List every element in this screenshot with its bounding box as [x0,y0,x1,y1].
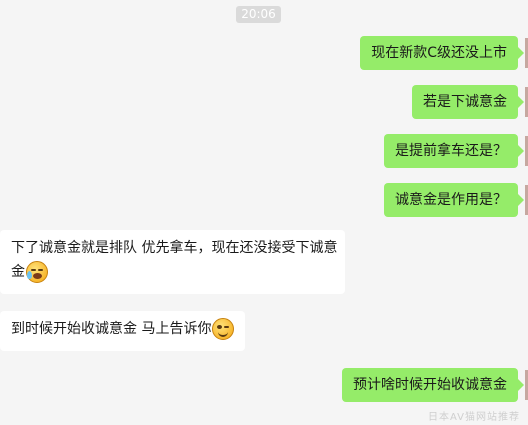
message-bubble-outgoing[interactable]: 是提前拿车还是？ [384,134,524,168]
message-line: 下了诚意金就是排队 优先拿车，现在还没接受下诚意 [11,240,338,256]
crying-laugh-emoji-icon [26,261,48,283]
wink-smile-emoji-icon [212,318,235,340]
timestamp: 20:06 [236,6,281,23]
message-line: 金 [11,264,25,280]
message-bubble-outgoing[interactable]: 预计啥时候开始收诚意金 [342,368,524,402]
message-bubble-outgoing[interactable]: 现在新款C级还没上市 [360,36,524,70]
chat-window: 20:06 现在新款C级还没上市 若是下诚意金 是提前拿车还是？ 诚意金是作用是… [0,0,528,425]
message-bubble-incoming[interactable]: 到时候开始收诚意金 马上告诉你 [0,311,246,351]
message-bubble-outgoing[interactable]: 诚意金是作用是？ [384,183,524,217]
message-bubble-incoming[interactable]: 下了诚意金就是排队 优先拿车，现在还没接受下诚意 金 [0,230,345,294]
watermark: 日本AV猫网站推荐 [427,412,520,423]
message-text: 到时候开始收诚意金 马上告诉你 [11,321,212,337]
message-bubble-outgoing[interactable]: 若是下诚意金 [412,85,524,119]
